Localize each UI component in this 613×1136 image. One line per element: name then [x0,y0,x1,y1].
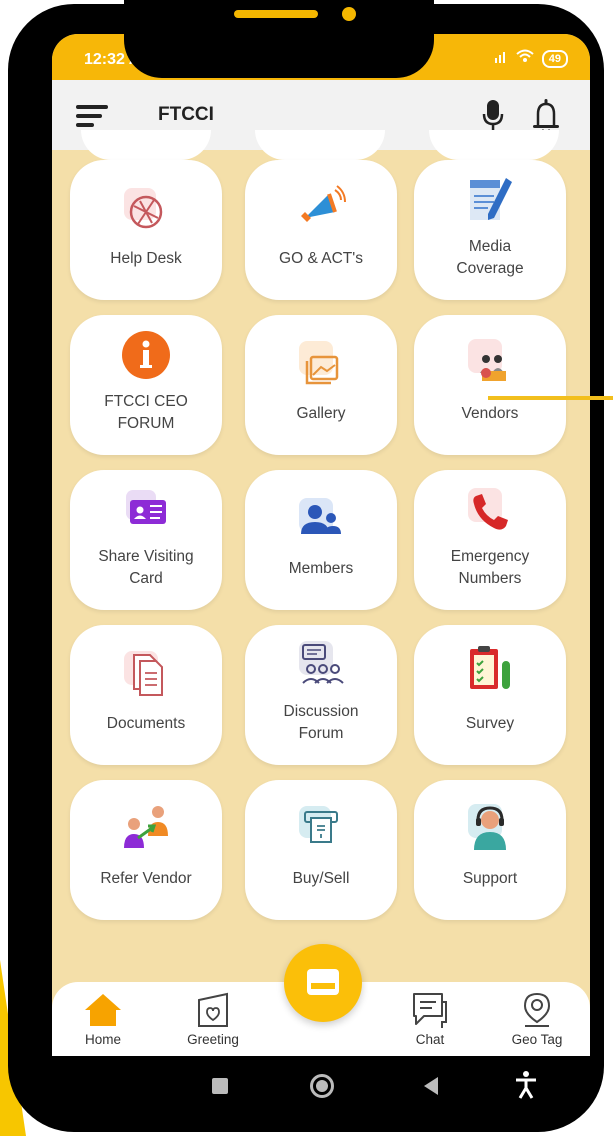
tile-ftcci-ceo-forum[interactable]: FTCCI CEO FORUM [70,315,222,455]
tile-label: Vendors [461,405,519,422]
tile-label: Discussion Forum [283,703,359,742]
tile-label: Refer Vendor [100,870,192,887]
id-card-icon [307,969,339,995]
survey-icon [464,643,516,695]
tile-vendors[interactable]: Vendors [414,315,566,455]
notification-bell-icon[interactable] [530,98,562,134]
home-system-button[interactable] [310,1074,334,1098]
menu-icon[interactable] [76,105,108,127]
chat-icon [413,993,447,1028]
media-coverage-icon [464,174,516,226]
members-icon [295,494,347,546]
home-icon [85,994,121,1026]
tile-label: FTCCI CEO FORUM [104,393,188,432]
front-camera [342,7,356,21]
camera-notch [124,0,434,78]
nav-geo-tag-label: Geo Tag [511,1032,563,1047]
tile-label: Survey [465,715,515,732]
support-icon [464,802,516,854]
app-screen: 12:32 AM 49 FTCCI Help Desk GO & ACT's M… [52,34,590,1056]
wifi-icon [516,49,534,68]
partial-tile [429,130,559,160]
tile-label: Help Desk [110,250,182,267]
buy-sell-icon [295,802,347,854]
help-desk-icon [120,184,172,236]
tile-discussion-forum[interactable]: Discussion Forum [245,625,397,765]
battery-icon: 49 [541,49,568,68]
tile-emergency-numbers[interactable]: Emergency Numbers [414,470,566,610]
nav-greeting[interactable]: Greeting [168,982,258,1056]
recent-apps-button[interactable] [212,1078,228,1094]
signal-icon [494,50,508,67]
nav-geo-tag[interactable]: Geo Tag [492,982,582,1056]
tile-label: GO & ACT's [279,250,363,267]
tile-media-coverage[interactable]: Media Coverage [414,160,566,300]
tile-label: Emergency Numbers [450,548,530,587]
documents-icon [120,649,172,701]
app-title: FTCCI [158,104,214,125]
tile-label: Members [288,560,354,577]
visiting-card-icon [120,486,172,538]
discussion-forum-icon [295,639,347,691]
tile-share-visiting-card[interactable]: Share Visiting Card [70,470,222,610]
nav-home-label: Home [84,1032,121,1047]
nav-chat-label: Chat [415,1032,445,1047]
tile-label: Gallery [296,405,346,422]
tile-go-acts[interactable]: GO & ACT's [245,160,397,300]
megaphone-icon [295,182,347,234]
nav-greeting-label: Greeting [187,1032,239,1047]
tile-gallery[interactable]: Gallery [245,315,397,455]
callout-pointer-line [488,396,613,400]
tile-buy-sell[interactable]: Buy/Sell [245,780,397,920]
back-button[interactable] [424,1077,438,1095]
tile-label: Media Coverage [456,238,524,277]
refer-vendor-icon [120,802,172,854]
accessibility-icon[interactable] [514,1070,538,1100]
partial-tile [81,130,211,160]
tile-help-desk[interactable]: Help Desk [70,160,222,300]
info-icon [120,329,172,381]
status-icons: 49 [494,49,568,68]
tile-label: Buy/Sell [292,870,350,887]
tile-refer-vendor[interactable]: Refer Vendor [70,780,222,920]
greeting-card-icon [198,992,228,1027]
tile-documents[interactable]: Documents [70,625,222,765]
speaker-grille [234,10,318,18]
tile-label: Share Visiting Card [98,548,194,587]
partial-tile [255,130,385,160]
gallery-icon [295,339,347,391]
tile-support[interactable]: Support [414,780,566,920]
nav-home[interactable]: Home [58,982,148,1056]
system-navigation-bar [52,1056,590,1122]
phone-icon [464,486,516,538]
center-action-button[interactable] [284,944,362,1022]
tile-survey[interactable]: Survey [414,625,566,765]
tile-label: Documents [106,715,186,732]
tile-label: Support [462,870,518,887]
vendors-icon [464,337,516,389]
location-pin-icon [523,992,551,1027]
nav-chat[interactable]: Chat [385,982,475,1056]
tile-members[interactable]: Members [245,470,397,610]
phone-frame: 12:32 AM 49 FTCCI Help Desk GO & ACT's M… [8,0,604,1132]
